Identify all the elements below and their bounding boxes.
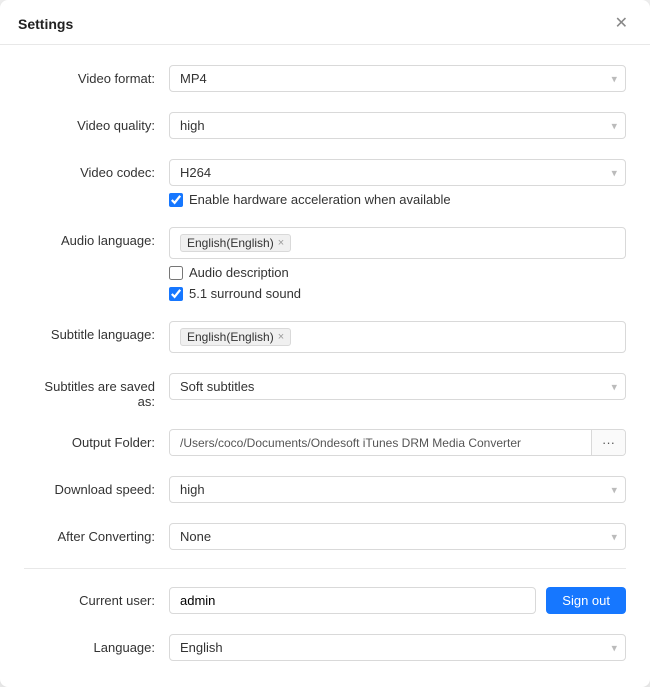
- sign-out-button[interactable]: Sign out: [546, 587, 626, 614]
- audio-description-checkbox[interactable]: [169, 266, 183, 280]
- hw-acceleration-label: Enable hardware acceleration when availa…: [189, 192, 451, 207]
- audio-language-tag-input[interactable]: English(English) ×: [169, 227, 626, 259]
- subtitles-saved-as-row: Subtitles are saved as: Soft subtitles H…: [24, 363, 626, 419]
- language-row: Language: English Chinese Japanese ▾: [24, 624, 626, 671]
- video-quality-select-wrap: high medium low ▾: [169, 112, 626, 139]
- current-user-label: Current user:: [24, 587, 169, 608]
- audio-language-tag-close[interactable]: ×: [278, 238, 284, 249]
- dialog-body: Video format: MP4 MKV MOV AVI ▾ Video qu…: [0, 45, 650, 687]
- surround-sound-row: 5.1 surround sound: [169, 286, 626, 301]
- subtitle-language-tag-close[interactable]: ×: [278, 332, 284, 343]
- subtitles-saved-as-select[interactable]: Soft subtitles Hard subtitles External s…: [169, 373, 626, 400]
- after-converting-select-wrap: None Open Folder Shutdown ▾: [169, 523, 626, 550]
- settings-dialog: Settings ✕ Video format: MP4 MKV MOV AVI…: [0, 0, 650, 687]
- output-folder-row: Output Folder: /Users/coco/Documents/Ond…: [24, 419, 626, 466]
- close-button[interactable]: ✕: [611, 14, 632, 34]
- subtitle-language-label: Subtitle language:: [24, 321, 169, 342]
- video-format-select[interactable]: MP4 MKV MOV AVI: [169, 65, 626, 92]
- after-converting-control: None Open Folder Shutdown ▾: [169, 523, 626, 550]
- dialog-header: Settings ✕: [0, 0, 650, 45]
- subtitles-saved-as-label: Subtitles are saved as:: [24, 373, 169, 409]
- download-speed-label: Download speed:: [24, 476, 169, 497]
- output-folder-path: /Users/coco/Documents/Ondesoft iTunes DR…: [170, 431, 591, 455]
- video-quality-select[interactable]: high medium low: [169, 112, 626, 139]
- subtitle-language-tag-text: English(English): [187, 330, 274, 344]
- subtitles-saved-as-control: Soft subtitles Hard subtitles External s…: [169, 373, 626, 400]
- video-codec-control: H264 H265 VP9 ▾ Enable hardware accelera…: [169, 159, 626, 207]
- subtitle-language-control: English(English) ×: [169, 321, 626, 353]
- output-folder-label: Output Folder:: [24, 429, 169, 450]
- current-user-input[interactable]: [169, 587, 536, 614]
- after-converting-select[interactable]: None Open Folder Shutdown: [169, 523, 626, 550]
- output-folder-control: /Users/coco/Documents/Ondesoft iTunes DR…: [169, 429, 626, 456]
- audio-language-tag-text: English(English): [187, 236, 274, 250]
- language-select-wrap: English Chinese Japanese ▾: [169, 634, 626, 661]
- download-speed-row: Download speed: high medium low ▾: [24, 466, 626, 513]
- after-converting-row: After Converting: None Open Folder Shutd…: [24, 513, 626, 560]
- output-folder-input-row: /Users/coco/Documents/Ondesoft iTunes DR…: [169, 429, 626, 456]
- video-format-control: MP4 MKV MOV AVI ▾: [169, 65, 626, 92]
- video-quality-control: high medium low ▾: [169, 112, 626, 139]
- language-label: Language:: [24, 634, 169, 655]
- video-codec-row: Video codec: H264 H265 VP9 ▾ Enable hard…: [24, 149, 626, 217]
- section-divider: [24, 568, 626, 569]
- output-folder-browse-button[interactable]: ···: [591, 430, 625, 455]
- subtitle-language-row: Subtitle language: English(English) ×: [24, 311, 626, 363]
- subtitle-language-tag-input[interactable]: English(English) ×: [169, 321, 626, 353]
- current-user-row: Current user: Sign out: [24, 577, 626, 624]
- video-codec-select-wrap: H264 H265 VP9 ▾: [169, 159, 626, 186]
- subtitles-saved-as-select-wrap: Soft subtitles Hard subtitles External s…: [169, 373, 626, 400]
- video-quality-row: Video quality: high medium low ▾: [24, 102, 626, 149]
- audio-language-tag: English(English) ×: [180, 234, 291, 252]
- current-user-control: Sign out: [169, 587, 626, 614]
- surround-sound-checkbox[interactable]: [169, 287, 183, 301]
- language-select[interactable]: English Chinese Japanese: [169, 634, 626, 661]
- hw-acceleration-checkbox[interactable]: [169, 193, 183, 207]
- download-speed-select-wrap: high medium low ▾: [169, 476, 626, 503]
- surround-sound-label: 5.1 surround sound: [189, 286, 301, 301]
- video-quality-label: Video quality:: [24, 112, 169, 133]
- hw-acceleration-row: Enable hardware acceleration when availa…: [169, 192, 626, 207]
- subtitle-language-tag: English(English) ×: [180, 328, 291, 346]
- dialog-title: Settings: [18, 16, 73, 32]
- audio-language-control: English(English) × Audio description 5.1…: [169, 227, 626, 301]
- audio-language-label: Audio language:: [24, 227, 169, 248]
- video-format-select-wrap: MP4 MKV MOV AVI ▾: [169, 65, 626, 92]
- download-speed-control: high medium low ▾: [169, 476, 626, 503]
- download-speed-select[interactable]: high medium low: [169, 476, 626, 503]
- language-control: English Chinese Japanese ▾: [169, 634, 626, 661]
- user-input-row: Sign out: [169, 587, 626, 614]
- video-codec-select[interactable]: H264 H265 VP9: [169, 159, 626, 186]
- audio-description-label: Audio description: [189, 265, 289, 280]
- video-format-label: Video format:: [24, 65, 169, 86]
- video-format-row: Video format: MP4 MKV MOV AVI ▾: [24, 55, 626, 102]
- video-codec-label: Video codec:: [24, 159, 169, 180]
- audio-language-row: Audio language: English(English) × Audio…: [24, 217, 626, 311]
- after-converting-label: After Converting:: [24, 523, 169, 544]
- audio-description-row: Audio description: [169, 265, 626, 280]
